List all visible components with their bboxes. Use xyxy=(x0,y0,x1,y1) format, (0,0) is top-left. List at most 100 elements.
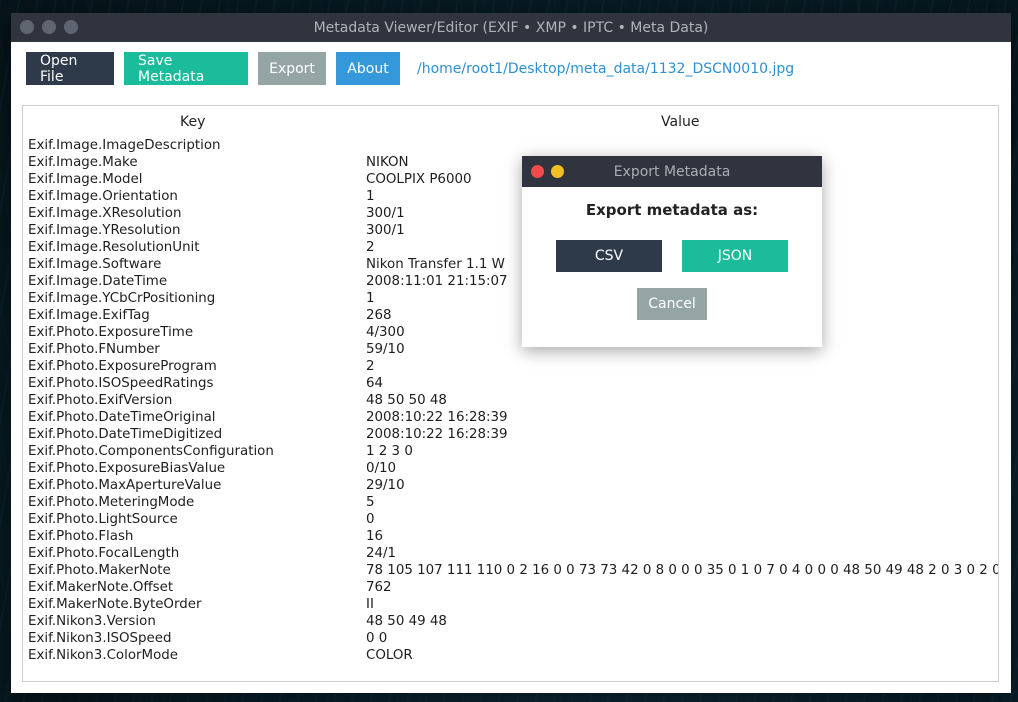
row-key-cell[interactable]: Exif.Image.Software xyxy=(28,256,161,273)
dialog-close-icon[interactable] xyxy=(531,165,544,178)
table-row[interactable]: Exif.Image.ResolutionUnit 2 xyxy=(28,239,998,256)
row-value-cell[interactable]: 4/300 xyxy=(366,324,405,341)
table-row[interactable]: Exif.Photo.MeteringMode 5 xyxy=(28,494,998,511)
row-value-cell[interactable]: 78 105 107 111 110 0 2 16 0 0 73 73 42 0… xyxy=(366,562,998,579)
row-value-cell[interactable]: 0 xyxy=(366,511,375,528)
row-key-cell[interactable]: Exif.MakerNote.Offset xyxy=(28,579,173,596)
table-row[interactable]: Exif.Image.ImageDescription xyxy=(28,137,998,154)
row-value-cell[interactable]: COOLPIX P6000 xyxy=(366,171,472,188)
table-row[interactable]: Exif.Photo.ExposureTime 4/300 xyxy=(28,324,998,341)
row-value-cell[interactable]: 29/10 xyxy=(366,477,405,494)
row-key-cell[interactable]: Exif.Photo.FocalLength xyxy=(28,545,179,562)
file-path-link[interactable]: /home/root1/Desktop/meta_data/1132_DSCN0… xyxy=(417,61,794,77)
row-value-cell[interactable]: 1 2 3 0 xyxy=(366,443,413,460)
table-row[interactable]: Exif.Photo.Flash 16 xyxy=(28,528,998,545)
row-value-cell[interactable]: 268 xyxy=(366,307,392,324)
row-value-cell[interactable]: 0 0 xyxy=(366,630,387,647)
row-key-cell[interactable]: Exif.Image.ExifTag xyxy=(28,307,150,324)
close-icon[interactable] xyxy=(20,20,34,34)
table-row[interactable]: Exif.Image.Make NIKON xyxy=(28,154,998,171)
row-value-cell[interactable]: COLOR xyxy=(366,647,413,664)
row-key-cell[interactable]: Exif.Photo.ExifVersion xyxy=(28,392,172,409)
table-row[interactable]: Exif.Image.DateTime 2008:11:01 21:15:07 xyxy=(28,273,998,290)
table-row[interactable]: Exif.Photo.ComponentsConfiguration 1 2 3 … xyxy=(28,443,998,460)
table-row[interactable]: Exif.Image.YCbCrPositioning 1 xyxy=(28,290,998,307)
export-json-button[interactable]: JSON xyxy=(682,240,788,272)
save-metadata-button[interactable]: Save Metadata xyxy=(124,52,248,85)
row-value-cell[interactable]: 1 xyxy=(366,290,375,307)
row-key-cell[interactable]: Exif.Photo.MakerNote xyxy=(28,562,171,579)
column-header-value[interactable]: Value xyxy=(661,114,699,130)
row-value-cell[interactable]: 48 50 49 48 xyxy=(366,613,447,630)
row-key-cell[interactable]: Exif.Photo.ComponentsConfiguration xyxy=(28,443,274,460)
row-value-cell[interactable]: 1 xyxy=(366,188,375,205)
table-row[interactable]: Exif.Image.Orientation 1 xyxy=(28,188,998,205)
row-key-cell[interactable]: Exif.Image.DateTime xyxy=(28,273,167,290)
row-key-cell[interactable]: Exif.Photo.MeteringMode xyxy=(28,494,194,511)
row-key-cell[interactable]: Exif.Image.ResolutionUnit xyxy=(28,239,200,256)
row-value-cell[interactable]: 762 xyxy=(366,579,392,596)
row-key-cell[interactable]: Exif.Photo.ISOSpeedRatings xyxy=(28,375,213,392)
row-value-cell[interactable]: 59/10 xyxy=(366,341,405,358)
row-key-cell[interactable]: Exif.Photo.Flash xyxy=(28,528,133,545)
row-value-cell[interactable]: 300/1 xyxy=(366,205,405,222)
row-key-cell[interactable]: Exif.Photo.DateTimeOriginal xyxy=(28,409,216,426)
table-row[interactable]: Exif.Photo.ExposureProgram 2 xyxy=(28,358,998,375)
table-row[interactable]: Exif.Image.YResolution 300/1 xyxy=(28,222,998,239)
table-row[interactable]: Exif.Nikon3.ISOSpeed 0 0 xyxy=(28,630,998,647)
row-key-cell[interactable]: Exif.MakerNote.ByteOrder xyxy=(28,596,202,613)
minimize-icon[interactable] xyxy=(42,20,56,34)
table-row[interactable]: Exif.Photo.DateTimeOriginal 2008:10:22 16… xyxy=(28,409,998,426)
row-value-cell[interactable]: Nikon Transfer 1.1 W xyxy=(366,256,505,273)
row-value-cell[interactable]: 0/10 xyxy=(366,460,396,477)
row-key-cell[interactable]: Exif.Image.XResolution xyxy=(28,205,181,222)
table-row[interactable]: Exif.MakerNote.Offset 762 xyxy=(28,579,998,596)
row-key-cell[interactable]: Exif.Photo.ExposureBiasValue xyxy=(28,460,225,477)
row-key-cell[interactable]: Exif.Image.Make xyxy=(28,154,138,171)
open-file-button[interactable]: Open File xyxy=(26,52,114,85)
row-value-cell[interactable]: 2008:10:22 16:28:39 xyxy=(366,409,508,426)
table-row[interactable]: Exif.Nikon3.ColorMode COLOR xyxy=(28,647,998,664)
row-key-cell[interactable]: Exif.Nikon3.ISOSpeed xyxy=(28,630,172,647)
table-row[interactable]: Exif.Photo.ExposureBiasValue 0/10 xyxy=(28,460,998,477)
table-row[interactable]: Exif.Photo.FocalLength 24/1 xyxy=(28,545,998,562)
row-key-cell[interactable]: Exif.Photo.LightSource xyxy=(28,511,178,528)
row-key-cell[interactable]: Exif.Image.YCbCrPositioning xyxy=(28,290,215,307)
row-value-cell[interactable]: 5 xyxy=(366,494,375,511)
table-row[interactable]: Exif.Photo.LightSource 0 xyxy=(28,511,998,528)
dialog-minimize-icon[interactable] xyxy=(551,165,564,178)
row-value-cell[interactable]: 64 xyxy=(366,375,383,392)
row-value-cell[interactable]: 300/1 xyxy=(366,222,405,239)
table-row[interactable]: Exif.Photo.ISOSpeedRatings 64 xyxy=(28,375,998,392)
export-csv-button[interactable]: CSV xyxy=(556,240,662,272)
table-row[interactable]: Exif.Image.Model COOLPIX P6000 xyxy=(28,171,998,188)
table-row[interactable]: Exif.Image.Software Nikon Transfer 1.1 W xyxy=(28,256,998,273)
cancel-button[interactable]: Cancel xyxy=(637,288,707,320)
dialog-titlebar[interactable]: Export Metadata xyxy=(522,156,822,187)
row-value-cell[interactable]: 16 xyxy=(366,528,383,545)
row-value-cell[interactable]: 48 50 50 48 xyxy=(366,392,447,409)
row-key-cell[interactable]: Exif.Photo.MaxApertureValue xyxy=(28,477,221,494)
row-value-cell[interactable]: 2008:11:01 21:15:07 xyxy=(366,273,508,290)
table-row[interactable]: Exif.Nikon3.Version 48 50 49 48 xyxy=(28,613,998,630)
row-key-cell[interactable]: Exif.Photo.ExposureProgram xyxy=(28,358,217,375)
row-value-cell[interactable]: 2 xyxy=(366,358,375,375)
table-row[interactable]: Exif.Photo.MaxApertureValue 29/10 xyxy=(28,477,998,494)
maximize-icon[interactable] xyxy=(64,20,78,34)
about-button[interactable]: About xyxy=(336,52,400,85)
table-row[interactable]: Exif.Photo.ExifVersion 48 50 50 48 xyxy=(28,392,998,409)
row-key-cell[interactable]: Exif.Nikon3.Version xyxy=(28,613,156,630)
row-key-cell[interactable]: Exif.Photo.FNumber xyxy=(28,341,160,358)
row-value-cell[interactable]: NIKON xyxy=(366,154,409,171)
row-key-cell[interactable]: Exif.Photo.DateTimeDigitized xyxy=(28,426,222,443)
row-key-cell[interactable]: Exif.Photo.ExposureTime xyxy=(28,324,193,341)
column-header-key[interactable]: Key xyxy=(180,114,205,130)
row-value-cell[interactable]: 2 xyxy=(366,239,375,256)
table-row[interactable]: Exif.Photo.DateTimeDigitized 2008:10:22 1… xyxy=(28,426,998,443)
window-titlebar[interactable]: Metadata Viewer/Editor (EXIF • XMP • IPT… xyxy=(11,13,1011,42)
row-key-cell[interactable]: Exif.Image.Model xyxy=(28,171,143,188)
table-row[interactable]: Exif.MakerNote.ByteOrder II xyxy=(28,596,998,613)
table-row[interactable]: Exif.Photo.FNumber 59/10 xyxy=(28,341,998,358)
row-key-cell[interactable]: Exif.Image.ImageDescription xyxy=(28,137,221,154)
row-key-cell[interactable]: Exif.Image.Orientation xyxy=(28,188,178,205)
